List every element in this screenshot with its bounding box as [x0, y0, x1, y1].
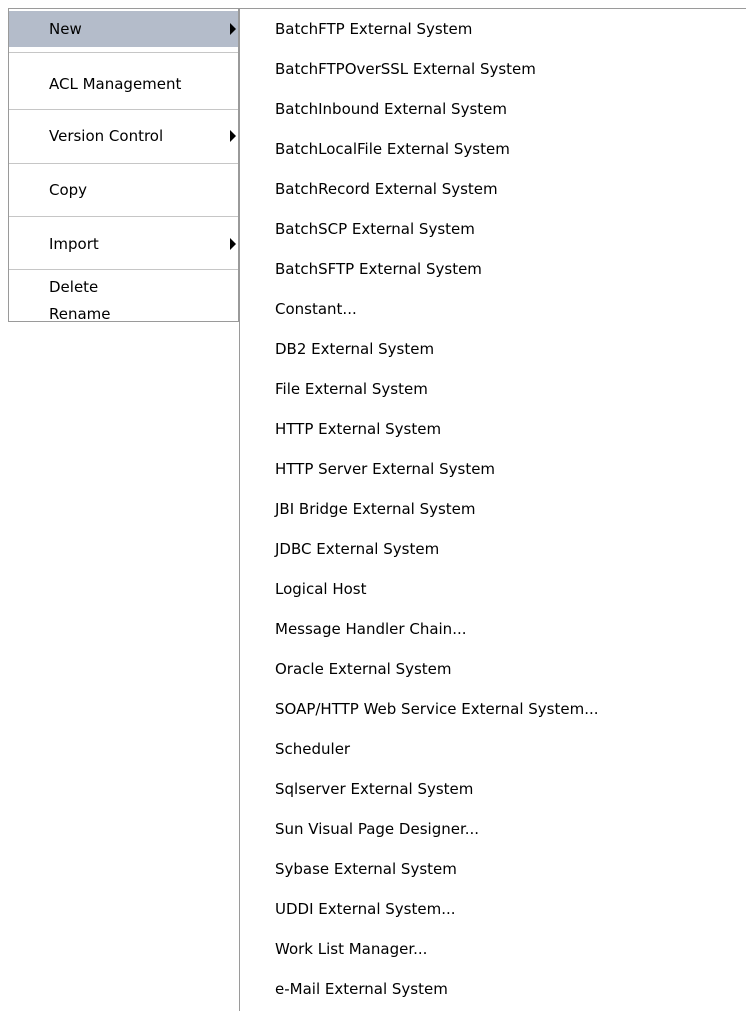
submenu-item-label: Scheduler [275, 740, 351, 758]
menu-item-label: Rename [49, 305, 111, 323]
submenu-item-batchftpoverssl[interactable]: BatchFTPOverSSL External System [240, 49, 746, 89]
submenu-item-uddi[interactable]: UDDI External System... [240, 889, 746, 929]
submenu-item-batchrecord[interactable]: BatchRecord External System [240, 169, 746, 209]
submenu-item-sun-visual-page-designer[interactable]: Sun Visual Page Designer... [240, 809, 746, 849]
submenu-item-label: BatchInbound External System [275, 100, 507, 118]
submenu-item-jbi-bridge[interactable]: JBI Bridge External System [240, 489, 746, 529]
menu-item-acl-management[interactable]: ACL Management [9, 66, 238, 102]
submenu-item-label: e-Mail External System [275, 980, 448, 998]
submenu-item-label: UDDI External System... [275, 900, 456, 918]
menu-item-new[interactable]: New [9, 11, 238, 47]
submenu-item-label: JBI Bridge External System [275, 500, 476, 518]
submenu-item-label: BatchFTPOverSSL External System [275, 60, 536, 78]
submenu-item-label: Message Handler Chain... [275, 620, 467, 638]
submenu-item-logical-host[interactable]: Logical Host [240, 569, 746, 609]
submenu-item-http-server[interactable]: HTTP Server External System [240, 449, 746, 489]
submenu-item-label: Work List Manager... [275, 940, 428, 958]
context-menu: New ACL Management Version Control Copy … [8, 8, 239, 323]
submenu-item-http[interactable]: HTTP External System [240, 409, 746, 449]
menu-item-label: Copy [49, 181, 88, 199]
menu-item-label: Version Control [49, 127, 164, 145]
new-submenu: BatchFTP External System BatchFTPOverSSL… [239, 8, 746, 1011]
submenu-item-message-handler-chain[interactable]: Message Handler Chain... [240, 609, 746, 649]
submenu-item-label: Sun Visual Page Designer... [275, 820, 480, 838]
submenu-item-batchlocalfile[interactable]: BatchLocalFile External System [240, 129, 746, 169]
submenu-item-label: HTTP External System [275, 420, 442, 438]
menu-item-copy[interactable]: Copy [9, 172, 238, 208]
submenu-item-batchscp[interactable]: BatchSCP External System [240, 209, 746, 249]
submenu-item-sybase[interactable]: Sybase External System [240, 849, 746, 889]
menu-item-import[interactable]: Import [9, 226, 238, 262]
submenu-item-label: Constant... [275, 300, 357, 318]
menu-separator [9, 216, 238, 217]
submenu-item-oracle[interactable]: Oracle External System [240, 649, 746, 689]
submenu-item-label: Oracle External System [275, 660, 452, 678]
submenu-arrow-icon [230, 130, 236, 142]
submenu-item-soap-http-web-service[interactable]: SOAP/HTTP Web Service External System... [240, 689, 746, 729]
submenu-item-label: BatchSFTP External System [275, 260, 482, 278]
menu-item-version-control[interactable]: Version Control [9, 118, 238, 154]
submenu-item-constant[interactable]: Constant... [240, 289, 746, 329]
menu-item-rename[interactable]: Rename [9, 293, 238, 323]
submenu-item-jdbc[interactable]: JDBC External System [240, 529, 746, 569]
submenu-item-batchftp[interactable]: BatchFTP External System [240, 9, 746, 49]
submenu-item-label: Sybase External System [275, 860, 457, 878]
submenu-item-sqlserver[interactable]: Sqlserver External System [240, 769, 746, 809]
submenu-item-db2[interactable]: DB2 External System [240, 329, 746, 369]
submenu-item-email[interactable]: e-Mail External System [240, 969, 746, 1009]
submenu-item-label: Logical Host [275, 580, 367, 598]
menu-separator [9, 52, 238, 53]
submenu-item-label: BatchSCP External System [275, 220, 475, 238]
submenu-item-scheduler[interactable]: Scheduler [240, 729, 746, 769]
menu-separator [9, 163, 238, 164]
menu-item-label: New [49, 20, 82, 38]
menu-item-label: Import [49, 235, 99, 253]
submenu-item-label: BatchRecord External System [275, 180, 498, 198]
submenu-item-label: DB2 External System [275, 340, 435, 358]
submenu-item-batchinbound[interactable]: BatchInbound External System [240, 89, 746, 129]
submenu-arrow-icon [230, 23, 236, 35]
submenu-item-work-list-manager[interactable]: Work List Manager... [240, 929, 746, 969]
submenu-item-label: BatchLocalFile External System [275, 140, 510, 158]
submenu-arrow-icon [230, 238, 236, 250]
submenu-item-label: JDBC External System [275, 540, 440, 558]
submenu-item-batchsftp[interactable]: BatchSFTP External System [240, 249, 746, 289]
menu-item-label: ACL Management [49, 75, 182, 93]
screen: New ACL Management Version Control Copy … [0, 0, 746, 1011]
submenu-item-label: SOAP/HTTP Web Service External System... [275, 700, 599, 718]
submenu-item-label: BatchFTP External System [275, 20, 473, 38]
menu-separator [9, 109, 238, 110]
submenu-item-label: HTTP Server External System [275, 460, 496, 478]
submenu-item-label: Sqlserver External System [275, 780, 474, 798]
menu-separator [9, 269, 238, 270]
submenu-item-file[interactable]: File External System [240, 369, 746, 409]
submenu-item-label: File External System [275, 380, 428, 398]
